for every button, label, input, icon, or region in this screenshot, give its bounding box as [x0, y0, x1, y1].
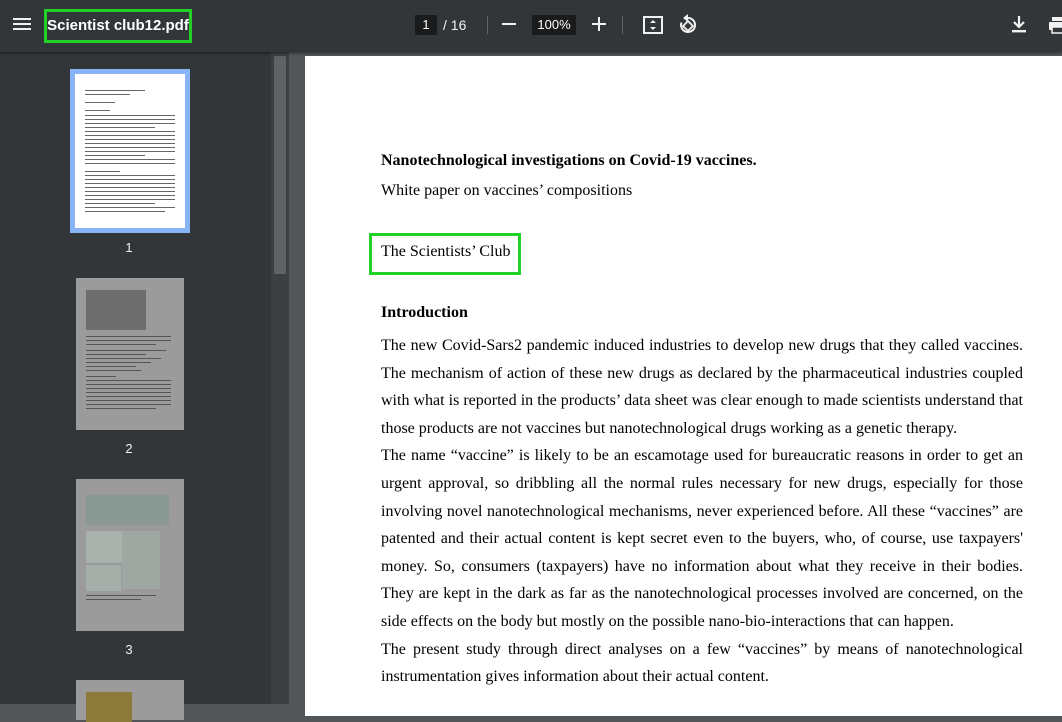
- zoom-level-input[interactable]: 100%: [532, 15, 576, 35]
- document-heading: Nanotechnological investigations on Covi…: [381, 152, 757, 169]
- toolbar: Scientist club12.pdf 1 / 16 100%: [0, 0, 1062, 52]
- thumbnail-page-3[interactable]: [76, 479, 184, 631]
- thumbnail-label: 2: [125, 441, 133, 456]
- section-heading: Introduction: [381, 304, 468, 321]
- thumbnail-page-1[interactable]: [70, 69, 190, 233]
- body-text: The new Covid-Sars2 pandemic induced ind…: [381, 332, 1023, 691]
- thumbnail-page-4[interactable]: [76, 680, 184, 722]
- fit-to-page-icon[interactable]: [642, 15, 664, 35]
- divider: [622, 16, 623, 34]
- page-number-input[interactable]: 1: [415, 15, 437, 35]
- menu-icon[interactable]: [12, 15, 32, 37]
- thumbnail-label: 1: [125, 240, 133, 255]
- download-icon[interactable]: [1010, 15, 1028, 35]
- rotate-icon[interactable]: [677, 14, 699, 36]
- thumbnail-label: 3: [125, 642, 133, 657]
- divider: [487, 16, 488, 34]
- zoom-in-icon[interactable]: [592, 17, 606, 31]
- zoom-out-icon[interactable]: [502, 23, 516, 25]
- thumbnail-sidebar: 1 2 3: [0, 52, 271, 722]
- paragraph: The new Covid-Sars2 pandemic induced ind…: [381, 337, 1023, 437]
- document-author: The Scientists’ Club: [381, 243, 511, 260]
- paragraph: The present study through direct analyse…: [381, 640, 1023, 686]
- document-title: Scientist club12.pdf: [44, 9, 192, 43]
- thumbnail-page-2[interactable]: [76, 278, 184, 430]
- paragraph: The name “vaccine” is likely to be an es…: [381, 447, 1023, 630]
- print-icon[interactable]: [1048, 15, 1062, 35]
- document-subtitle: White paper on vaccines’ compositions: [381, 182, 633, 199]
- pdf-page: Nanotechnological investigations on Covi…: [305, 56, 1062, 716]
- sidebar-scrollbar-thumb[interactable]: [274, 56, 286, 274]
- page-total: / 16: [443, 17, 467, 33]
